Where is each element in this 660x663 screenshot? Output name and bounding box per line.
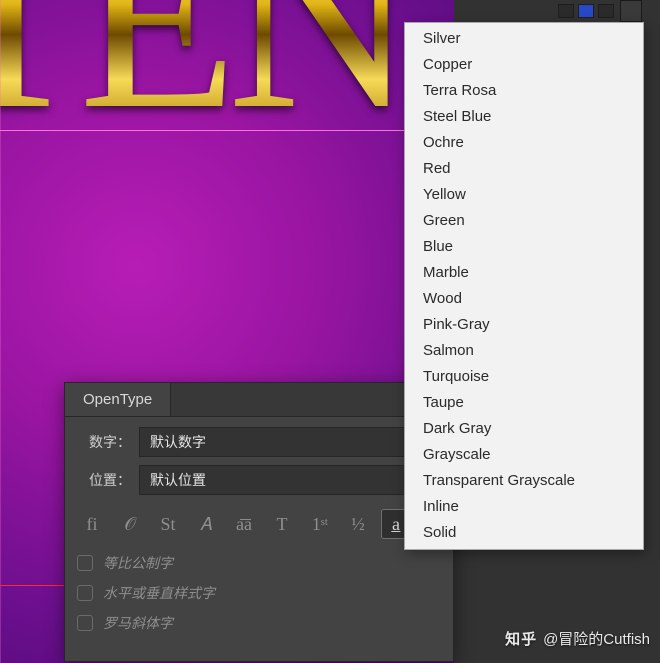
dropdown-item[interactable]: Turquoise (405, 364, 643, 390)
stylistic-icon[interactable]: St (153, 509, 183, 539)
position-label: 位置： (77, 470, 131, 490)
titling-icon[interactable]: 𝐴 (191, 509, 221, 539)
dropdown-item[interactable]: Blue (405, 234, 643, 260)
opentype-feature-row: fi𝒪St𝐴a͞aT1ˢᵗ½a̲ (77, 503, 441, 549)
dropdown-item[interactable]: Silver (405, 26, 643, 52)
checkbox-label: 罗马斜体字 (103, 613, 173, 633)
dropdown-item[interactable]: Steel Blue (405, 104, 643, 130)
canvas-edge-guide (0, 0, 1, 663)
panel-tabbar: OpenType (65, 383, 453, 417)
dropdown-item[interactable]: Grayscale (405, 442, 643, 468)
swash-icon[interactable]: 𝒪 (115, 509, 145, 539)
type-baseline-guide (0, 130, 454, 131)
tab-opentype[interactable]: OpenType (65, 383, 171, 416)
dropdown-item[interactable]: Ochre (405, 130, 643, 156)
opentype-panel: OpenType 数字： 默认数字 位置： 默认位置 fi 𝒪 St 𝐴a͞a T 1ˢᵗ… (64, 382, 454, 662)
layer-swatch[interactable] (558, 4, 574, 18)
dropdown-item[interactable]: Taupe (405, 390, 643, 416)
watermark-text: @冒险的Cutfish (543, 628, 650, 649)
figure-style-label: 数字： (77, 432, 131, 452)
checkbox-label: 等比公制字 (103, 553, 173, 573)
dropdown-item[interactable]: Dark Gray (405, 416, 643, 442)
layer-swatch[interactable] (598, 4, 614, 18)
zhihu-logo: 知乎 (505, 628, 537, 649)
smallcaps-icon[interactable]: T (267, 509, 297, 539)
dropdown-item[interactable]: Solid (405, 520, 643, 546)
gold-3d-text: TEN (0, 0, 405, 169)
dropdown-item[interactable]: Inline (405, 494, 643, 520)
opentype-checkbox-list: 等比公制字水平或垂直样式字罗马斜体字 (77, 549, 441, 633)
zhihu-watermark: 知乎 @冒险的Cutfish (505, 628, 650, 649)
opentype-checkbox-item[interactable]: 等比公制字 (77, 553, 441, 573)
layer-swatch-row (558, 4, 614, 18)
dropdown-item[interactable]: Salmon (405, 338, 643, 364)
checkbox-label: 水平或垂直样式字 (103, 583, 215, 603)
contextual-icon[interactable]: a͞a (229, 509, 259, 539)
position-select[interactable]: 默认位置 (139, 465, 441, 495)
dropdown-item[interactable]: Green (405, 208, 643, 234)
ordinals-icon[interactable]: 1ˢᵗ (305, 509, 335, 539)
material-dropdown-menu[interactable]: SilverCopperTerra RosaSteel BlueOchreRed… (404, 22, 644, 550)
color-swatch-dark[interactable] (620, 0, 642, 22)
opentype-checkbox-item[interactable]: 水平或垂直样式字 (77, 583, 441, 603)
checkbox-icon[interactable] (77, 555, 93, 571)
dropdown-item[interactable]: Marble (405, 260, 643, 286)
checkbox-icon[interactable] (77, 615, 93, 631)
dropdown-item[interactable]: Copper (405, 52, 643, 78)
dropdown-item[interactable]: Pink-Gray (405, 312, 643, 338)
checkbox-icon[interactable] (77, 585, 93, 601)
ligatures-icon[interactable]: fi (77, 509, 107, 539)
dropdown-item[interactable]: Red (405, 156, 643, 182)
opentype-checkbox-item[interactable]: 罗马斜体字 (77, 613, 441, 633)
dropdown-item[interactable]: Terra Rosa (405, 78, 643, 104)
dropdown-item[interactable]: Transparent Grayscale (405, 468, 643, 494)
fractions-icon[interactable]: ½ (343, 509, 373, 539)
dropdown-item[interactable]: Wood (405, 286, 643, 312)
layer-swatch-active[interactable] (578, 4, 594, 18)
dropdown-item[interactable]: Yellow (405, 182, 643, 208)
figure-style-select[interactable]: 默认数字 (139, 427, 441, 457)
